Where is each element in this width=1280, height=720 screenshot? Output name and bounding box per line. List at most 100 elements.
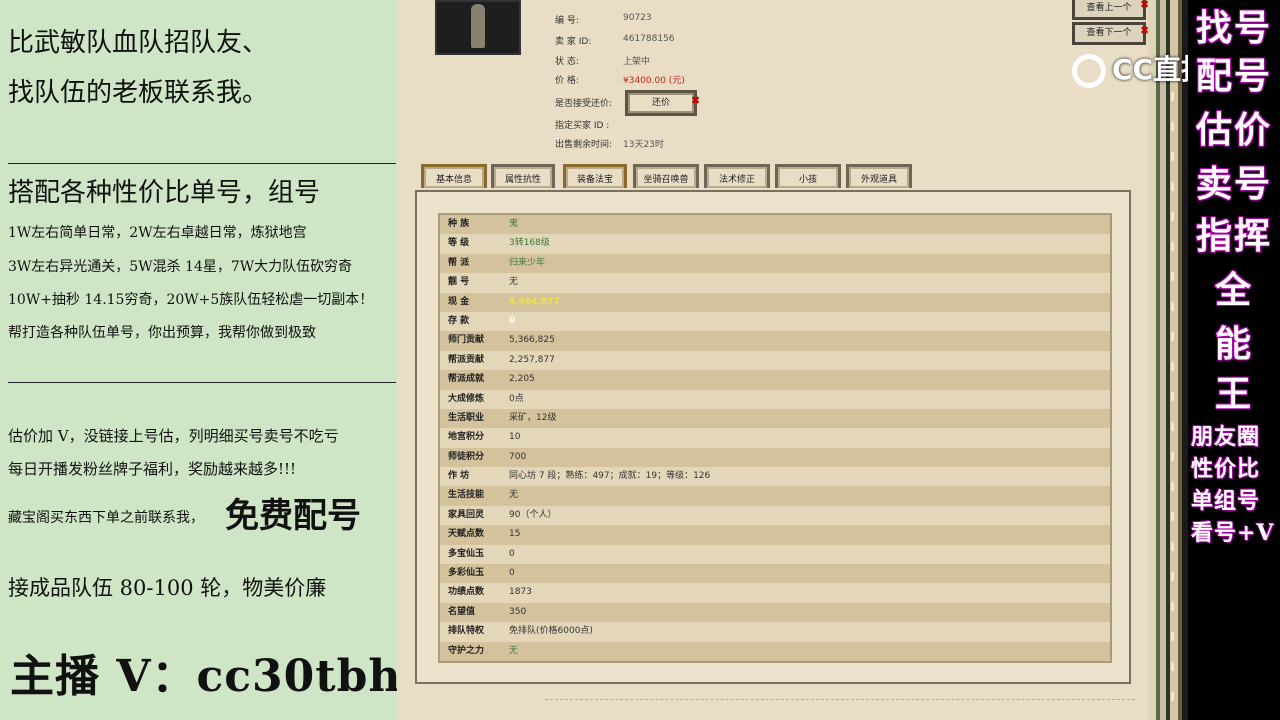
overlay-text: 找号 (1195, 7, 1272, 49)
promo-line-11: 接成品队伍 80-100 轮，物美价廉 (8, 576, 327, 600)
detail-label: 靓 号 (448, 277, 470, 288)
detail-label: 名望值 (448, 606, 476, 617)
divider (8, 163, 396, 164)
overlay-text: 指挥 (1195, 215, 1272, 257)
bargain-button[interactable]: 还价 (625, 90, 697, 116)
detail-value: 同心坊 7 段；熟练：497；成就：19；等级：126 (509, 471, 711, 482)
detail-row: 地宫积分 10 (440, 428, 1110, 448)
detail-label: 地宫积分 (448, 432, 485, 443)
detail-row: 功绩点数 1873 (440, 583, 1110, 603)
tab-equipment[interactable]: 装备法宝 (563, 164, 627, 188)
promo-line-1: 比武敏队血队招队友、 (8, 28, 269, 58)
border-tick (1171, 512, 1174, 521)
label: 编 号: (555, 16, 579, 26)
detail-value: 10 (509, 432, 521, 443)
detail-row: 存 款 0 (440, 311, 1110, 332)
value: 90723 (623, 13, 652, 23)
next-listing-button[interactable]: 查看下一个 (1072, 22, 1146, 45)
detail-value: 15 (509, 529, 521, 540)
tab-attributes[interactable]: 属性抗性 (491, 164, 555, 188)
label: 出售剩余时间: (555, 140, 613, 150)
detail-label: 现 金 (448, 296, 470, 307)
overlay-text: 全 (1214, 269, 1253, 311)
detail-row: 作 坊 同心坊 7 段；熟练：497；成就：19；等级：126 (440, 467, 1110, 487)
border-tick (1171, 242, 1174, 251)
detail-row: 生活技能 无 (440, 486, 1110, 506)
detail-value: 3转168级 (509, 238, 550, 249)
detail-value: 无 (509, 645, 519, 656)
game-window: 编 号: 90723 卖 家 ID: 461788156 状 态: 上架中 价 … (397, 0, 1160, 720)
detail-label: 守护之力 (448, 645, 485, 656)
border-tick (1171, 392, 1174, 401)
promo-panel: 比武敏队血队招队友、 找队伍的老板联系我。 搭配各种性价比单号，组号 1W左右简… (0, 0, 400, 720)
label: 价 格: (555, 76, 579, 86)
overlay-small-text: 看号+V (1191, 520, 1275, 546)
detail-label: 生活职业 (448, 412, 485, 423)
detail-row: 种 族鬼 (440, 215, 1110, 235)
details-frame: 种 族鬼等 级 3转168级帮 派归来少年靓 号无现 金 4,904,977 存 款0… (415, 190, 1131, 684)
overlay-text: 能 (1214, 323, 1253, 365)
tab-basic-info[interactable]: 基本信息 (421, 164, 487, 188)
value: 461788156 (623, 34, 675, 44)
promo-line-9: 每日开播发粉丝牌子福利，奖励越来越多!!! (8, 460, 297, 478)
border-tick (1171, 302, 1174, 311)
value: 13天23时 (623, 140, 664, 150)
price-value: ¥3400.00 (元) (623, 76, 685, 86)
right-overlay: 找号 配号 估价 卖号 指挥 全 能 王 朋友圈 性价比 单组号 看号+V (1188, 0, 1280, 720)
prev-listing-button[interactable]: 查看上一个 (1072, 0, 1146, 20)
tab-appearance[interactable]: 外观道具 (846, 164, 912, 188)
promo-line-3: 搭配各种性价比单号，组号 (8, 178, 321, 208)
overlay-small-text: 性价比 (1191, 456, 1261, 482)
detail-value: 采矿，12级 (509, 412, 557, 423)
promo-line-6: 10W+抽秒 14.15穷奇，20W+5族队伍轻松虐一切副本！ (8, 292, 374, 308)
tab-mounts-pets[interactable]: 坐骑召唤兽 (633, 164, 699, 188)
detail-row: 守护之力 无 (440, 641, 1110, 661)
detail-label: 师徒积分 (448, 451, 485, 462)
border-tick (1171, 482, 1174, 491)
free-match-text: 免费配号 (225, 496, 361, 536)
detail-value: 鬼 (509, 219, 519, 229)
detail-row: 大成修炼 0点 (440, 389, 1110, 409)
border-tick (1171, 212, 1174, 221)
close-icon: ✖ (691, 94, 701, 107)
border-tick (1171, 362, 1174, 371)
overlay-text: 卖号 (1195, 163, 1272, 205)
detail-label: 师门贡献 (448, 335, 485, 346)
border-tick (1171, 602, 1174, 611)
detail-label: 生活技能 (448, 490, 485, 501)
tab-child[interactable]: 小孩 (775, 164, 841, 188)
detail-row: 名望值 350 (440, 602, 1110, 623)
border-tick (1171, 572, 1174, 581)
detail-label: 多宝仙玉 (448, 548, 485, 559)
tab-spell-correction[interactable]: 法术修正 (704, 164, 770, 188)
detail-value: 90（个人） (509, 509, 557, 520)
border-tick (1171, 662, 1174, 671)
character-portrait (435, 0, 521, 55)
border-tick (1171, 632, 1174, 641)
overlay-text: 估价 (1195, 109, 1272, 151)
detail-label: 存 款 (448, 315, 470, 326)
detail-row: 家具回灵 90（个人） (440, 505, 1110, 526)
cc-logo-icon (1072, 54, 1106, 88)
detail-value: 2,257,877 (509, 354, 555, 365)
border-tick (1171, 122, 1174, 131)
detail-value: 无 (509, 490, 519, 501)
label: 指定买家 ID : (555, 121, 610, 131)
detail-value: 2,205 (509, 374, 535, 385)
promo-line-8: 估价加 V，没链接上号估，列明细买号卖号不吃亏 (8, 427, 339, 445)
promo-line-5: 3W左右异光通关，5W混杀 14星，7W大力队伍砍穷奇 (8, 259, 353, 275)
detail-row: 生活职业 采矿，12级 (440, 408, 1110, 429)
detail-value: 0 (509, 548, 515, 559)
overlay-text: 配号 (1195, 55, 1272, 97)
host-contact: 主播 V：cc30tbh (10, 651, 402, 702)
detail-row: 帮派贡献 2,257,877 (440, 350, 1110, 371)
detail-row: 天赋点数 15 (440, 525, 1110, 545)
detail-value: 无 (509, 277, 519, 288)
overlay-small-text: 朋友圈 (1191, 424, 1261, 450)
detail-label: 排队特权 (448, 626, 485, 637)
detail-value: 1873 (509, 587, 532, 598)
detail-value: 350 (509, 606, 527, 617)
detail-value: 4,904,977 (509, 296, 560, 307)
detail-label: 多彩仙玉 (448, 568, 485, 579)
detail-value: 免排队(价格6000点) (509, 626, 593, 637)
